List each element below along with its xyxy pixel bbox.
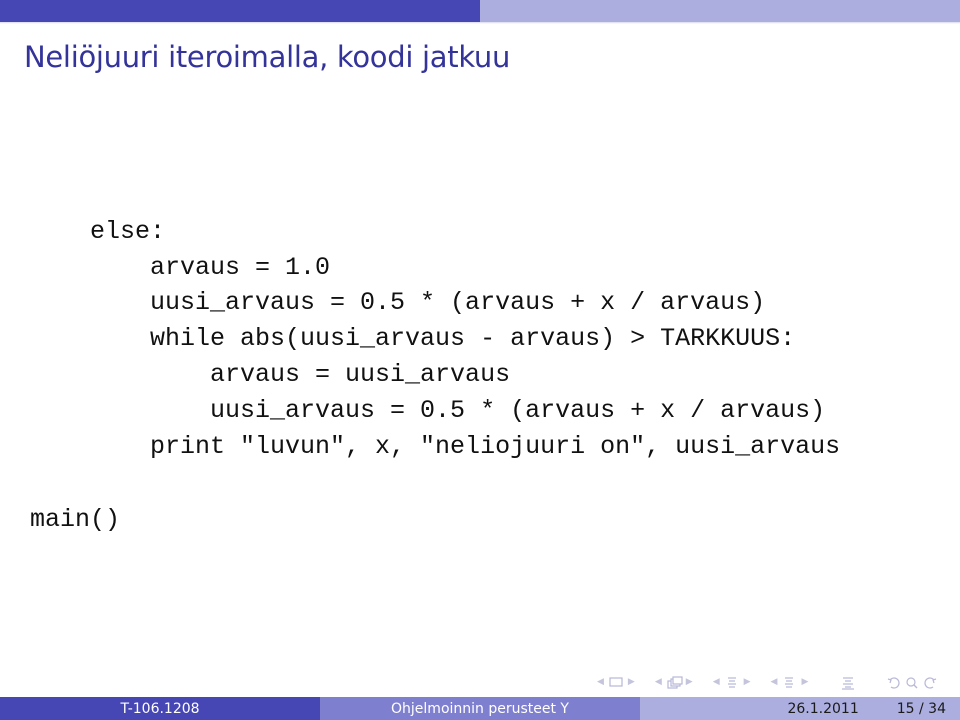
code-line: main() [30,505,121,534]
footer-page-number: 15 / 34 [896,700,946,717]
code-line: arvaus = 1.0 [90,253,331,282]
code-line: else: [90,217,166,246]
footer-course-name: Ohjelmoinnin perusteet Y [391,700,569,717]
next-subsection-arrow-icon[interactable]: ▶ [686,677,693,687]
nav-search-group [885,676,939,689]
next-frame-arrow-icon[interactable]: ▶ [628,677,635,687]
next-slide-arrow-icon[interactable]: ▶ [801,677,808,687]
subsection-icon[interactable] [667,676,683,689]
footer-date: 26.1.2011 [787,700,859,717]
prev-frame-arrow-icon[interactable]: ◀ [597,677,604,687]
code-line: arvaus = uusi_arvaus [90,360,511,389]
prev-subsection-arrow-icon[interactable]: ◀ [655,677,662,687]
beamer-navigation-bar: ◀ ▶ ◀ ▶ ◀ ▶ ◀ ▶ [594,672,953,692]
code-line: uusi_arvaus = 0.5 * (arvaus + x / arvaus… [90,288,766,317]
footer-date-page-panel: 26.1.2011 15 / 34 [640,697,960,720]
frame-icon[interactable] [609,676,623,688]
slide-footer: T-106.1208 Ohjelmoinnin perusteet Y 26.1… [0,697,960,720]
footer-course-code: T-106.1208 [120,700,200,717]
nav-section-group: ◀ ▶ [710,676,754,688]
toc-icon[interactable] [841,676,855,690]
slide-title: Neliöjuuri iteroimalla, koodi jatkuu [24,40,511,74]
undo-icon[interactable] [887,676,901,689]
next-section-arrow-icon[interactable]: ▶ [744,677,751,687]
top-bar-shadow [0,22,960,24]
redo-icon[interactable] [923,676,937,689]
nav-subsection-group: ◀ ▶ [652,676,696,689]
code-line: print "luvun", x, "neliojuuri on", uusi_… [90,432,841,461]
prev-section-arrow-icon[interactable]: ◀ [713,677,720,687]
footer-course-name-panel: Ohjelmoinnin perusteet Y [320,697,640,720]
top-progress-bar [0,0,960,22]
section-icon[interactable] [725,676,739,688]
prev-slide-arrow-icon[interactable]: ◀ [771,677,778,687]
nav-presentation-group: ◀ ▶ [768,676,812,688]
top-bar-left-segment [0,0,480,22]
code-line: while abs(uusi_arvaus - arvaus) > TARKKU… [90,324,796,353]
footer-course-code-panel: T-106.1208 [0,697,320,720]
nav-frame-group: ◀ ▶ [594,676,638,688]
presentation-icon[interactable] [782,676,796,688]
nav-toc-group [839,676,857,690]
top-bar-right-segment [480,0,960,22]
code-line: uusi_arvaus = 0.5 * (arvaus + x / arvaus… [90,396,826,425]
search-icon[interactable] [905,676,919,689]
